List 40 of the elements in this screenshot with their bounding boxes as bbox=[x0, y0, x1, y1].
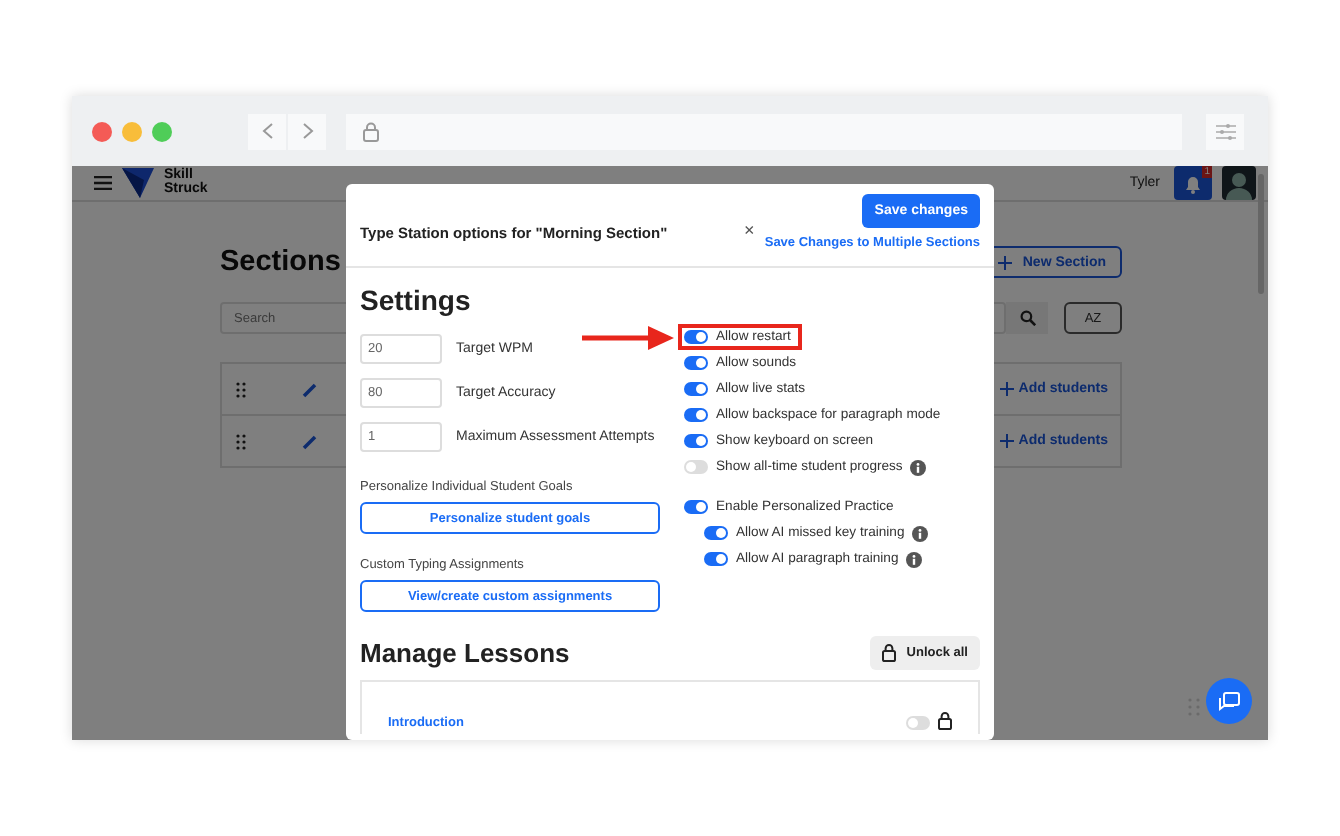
logo-icon bbox=[122, 168, 154, 198]
toggle-switch[interactable] bbox=[684, 460, 708, 474]
toggle-switch[interactable] bbox=[704, 526, 728, 540]
annotation-arrow bbox=[582, 326, 674, 350]
chat-button[interactable] bbox=[1206, 678, 1252, 724]
info-icon[interactable] bbox=[906, 551, 923, 567]
toggle-switch[interactable] bbox=[684, 408, 708, 422]
info-icon[interactable] bbox=[910, 459, 927, 475]
info-icon[interactable] bbox=[912, 525, 929, 541]
chevron-left-icon bbox=[261, 122, 273, 140]
chat-icon bbox=[1218, 691, 1240, 711]
lock-icon[interactable] bbox=[938, 712, 952, 730]
toggle-switch[interactable] bbox=[684, 356, 708, 370]
close-window-button[interactable] bbox=[92, 121, 112, 141]
chevron-right-icon bbox=[301, 122, 313, 140]
lock-icon bbox=[882, 644, 897, 662]
toggle-switch[interactable] bbox=[684, 434, 708, 448]
toggle-switch[interactable] bbox=[906, 716, 930, 730]
plus-icon bbox=[1000, 434, 1015, 448]
toggle-switch[interactable] bbox=[684, 382, 708, 396]
search-button[interactable] bbox=[1006, 302, 1048, 334]
drag-handle-icon[interactable] bbox=[236, 381, 246, 397]
drag-handle-icon[interactable] bbox=[236, 433, 246, 449]
toggle-switch[interactable] bbox=[684, 330, 708, 344]
plus-icon bbox=[1000, 382, 1015, 396]
section-heading: Settings bbox=[360, 284, 473, 316]
toggle-switch[interactable] bbox=[684, 500, 708, 514]
bell-icon bbox=[1184, 173, 1202, 193]
pencil-icon[interactable] bbox=[302, 433, 318, 449]
menu-icon[interactable] bbox=[94, 176, 112, 190]
lock-icon bbox=[362, 121, 380, 141]
search-icon bbox=[1019, 310, 1035, 326]
close-button[interactable]: × bbox=[744, 220, 755, 240]
sliders-icon bbox=[1215, 123, 1235, 139]
toggle-switch[interactable] bbox=[704, 552, 728, 566]
pencil-icon[interactable] bbox=[302, 381, 318, 397]
plus-icon bbox=[998, 255, 1013, 269]
section-heading: Manage Lessons bbox=[360, 638, 570, 668]
page-title: Sections bbox=[220, 246, 341, 278]
avatar[interactable] bbox=[1222, 166, 1256, 200]
